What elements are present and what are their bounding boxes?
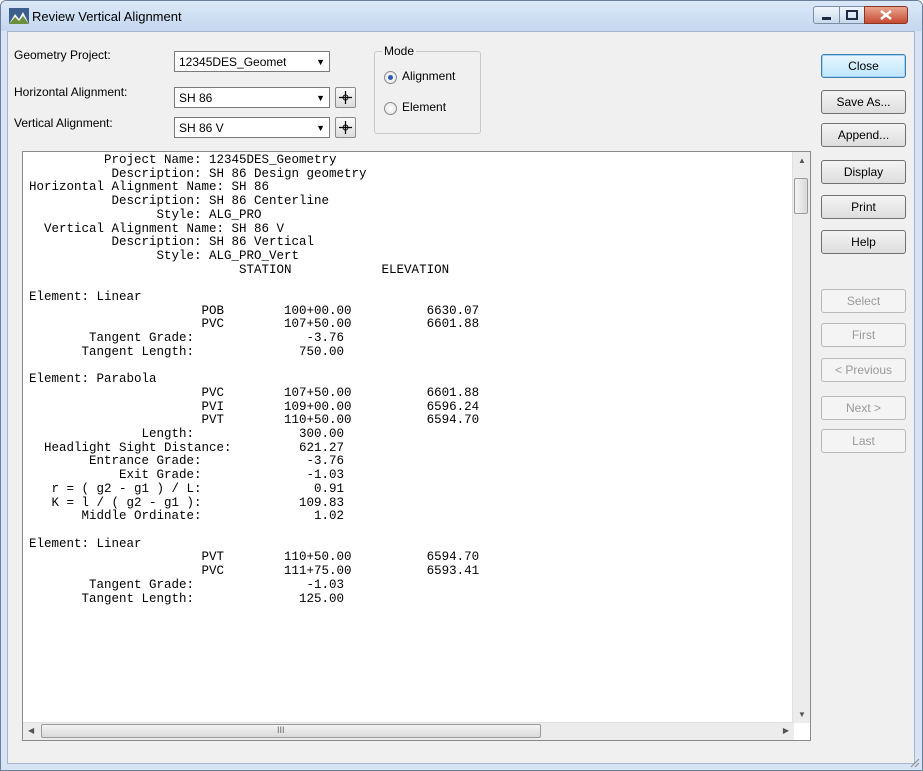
horizontal-alignment-select[interactable]: SH 86 ▼: [174, 87, 330, 108]
next-button[interactable]: Next >: [821, 396, 906, 420]
app-icon: [9, 8, 29, 24]
vertical-alignment-select[interactable]: SH 86 V ▼: [174, 117, 330, 138]
mode-element-label[interactable]: Element: [402, 100, 446, 114]
mode-alignment-label[interactable]: Alignment: [402, 69, 455, 83]
display-button[interactable]: Display: [821, 160, 906, 184]
report-text-area[interactable]: Project Name: 12345DES_Geometry Descript…: [22, 151, 811, 741]
vertical-alignment-label: Vertical Alignment:: [14, 116, 113, 130]
window-title: Review Vertical Alignment: [32, 9, 182, 24]
scroll-grip: III: [277, 725, 285, 735]
first-button[interactable]: First: [821, 323, 906, 347]
vertical-alignment-value: SH 86 V: [179, 121, 224, 135]
save-as-button[interactable]: Save As...: [821, 90, 906, 114]
title-bar[interactable]: Review Vertical Alignment: [1, 1, 922, 31]
horizontal-alignment-value: SH 86: [179, 91, 213, 105]
chevron-down-icon: ▼: [316, 57, 325, 67]
crosshair-icon: [339, 91, 352, 104]
geometry-project-label: Geometry Project:: [14, 48, 111, 62]
maximize-icon: [846, 10, 858, 20]
scroll-up-icon[interactable]: ▲: [798, 156, 806, 165]
horizontal-alignment-pick-button[interactable]: [335, 87, 356, 108]
append-button[interactable]: Append...: [821, 123, 906, 147]
vertical-alignment-pick-button[interactable]: [335, 117, 356, 138]
chevron-down-icon: ▼: [316, 123, 325, 133]
crosshair-icon: [339, 121, 352, 134]
scroll-right-icon[interactable]: ▶: [783, 726, 789, 735]
horizontal-scroll-thumb[interactable]: III: [41, 724, 541, 738]
report-text: Project Name: 12345DES_Geometry Descript…: [29, 153, 480, 606]
vertical-scroll-thumb[interactable]: [794, 178, 808, 214]
horizontal-scrollbar[interactable]: ◀ III ▶: [23, 722, 794, 740]
select-button[interactable]: Select: [821, 289, 906, 313]
mode-element-radio[interactable]: [384, 102, 397, 115]
close-button[interactable]: Close: [821, 54, 906, 78]
scroll-left-icon[interactable]: ◀: [28, 726, 34, 735]
chevron-down-icon: ▼: [316, 93, 325, 103]
help-button[interactable]: Help: [821, 230, 906, 254]
minimize-icon: [822, 17, 831, 20]
last-button[interactable]: Last: [821, 429, 906, 453]
review-vertical-alignment-window: Review Vertical Alignment Geometry Proje…: [0, 0, 923, 771]
geometry-project-value: 12345DES_Geomet: [179, 55, 287, 69]
scroll-down-icon[interactable]: ▼: [798, 710, 806, 719]
mode-title: Mode: [382, 44, 417, 58]
mode-groupbox: Mode Alignment Element: [374, 44, 481, 134]
window-close-button[interactable]: [864, 6, 908, 24]
horizontal-alignment-label: Horizontal Alignment:: [14, 85, 128, 99]
vertical-scrollbar[interactable]: ▲ ▼: [792, 152, 810, 723]
resize-grip-icon[interactable]: [910, 758, 920, 768]
maximize-button[interactable]: [839, 6, 865, 24]
mode-alignment-radio[interactable]: [384, 71, 397, 84]
close-icon: [880, 10, 892, 20]
minimize-button[interactable]: [813, 6, 840, 24]
geometry-project-select[interactable]: 12345DES_Geomet ▼: [174, 51, 330, 72]
previous-button[interactable]: < Previous: [821, 358, 906, 382]
print-button[interactable]: Print: [821, 195, 906, 219]
